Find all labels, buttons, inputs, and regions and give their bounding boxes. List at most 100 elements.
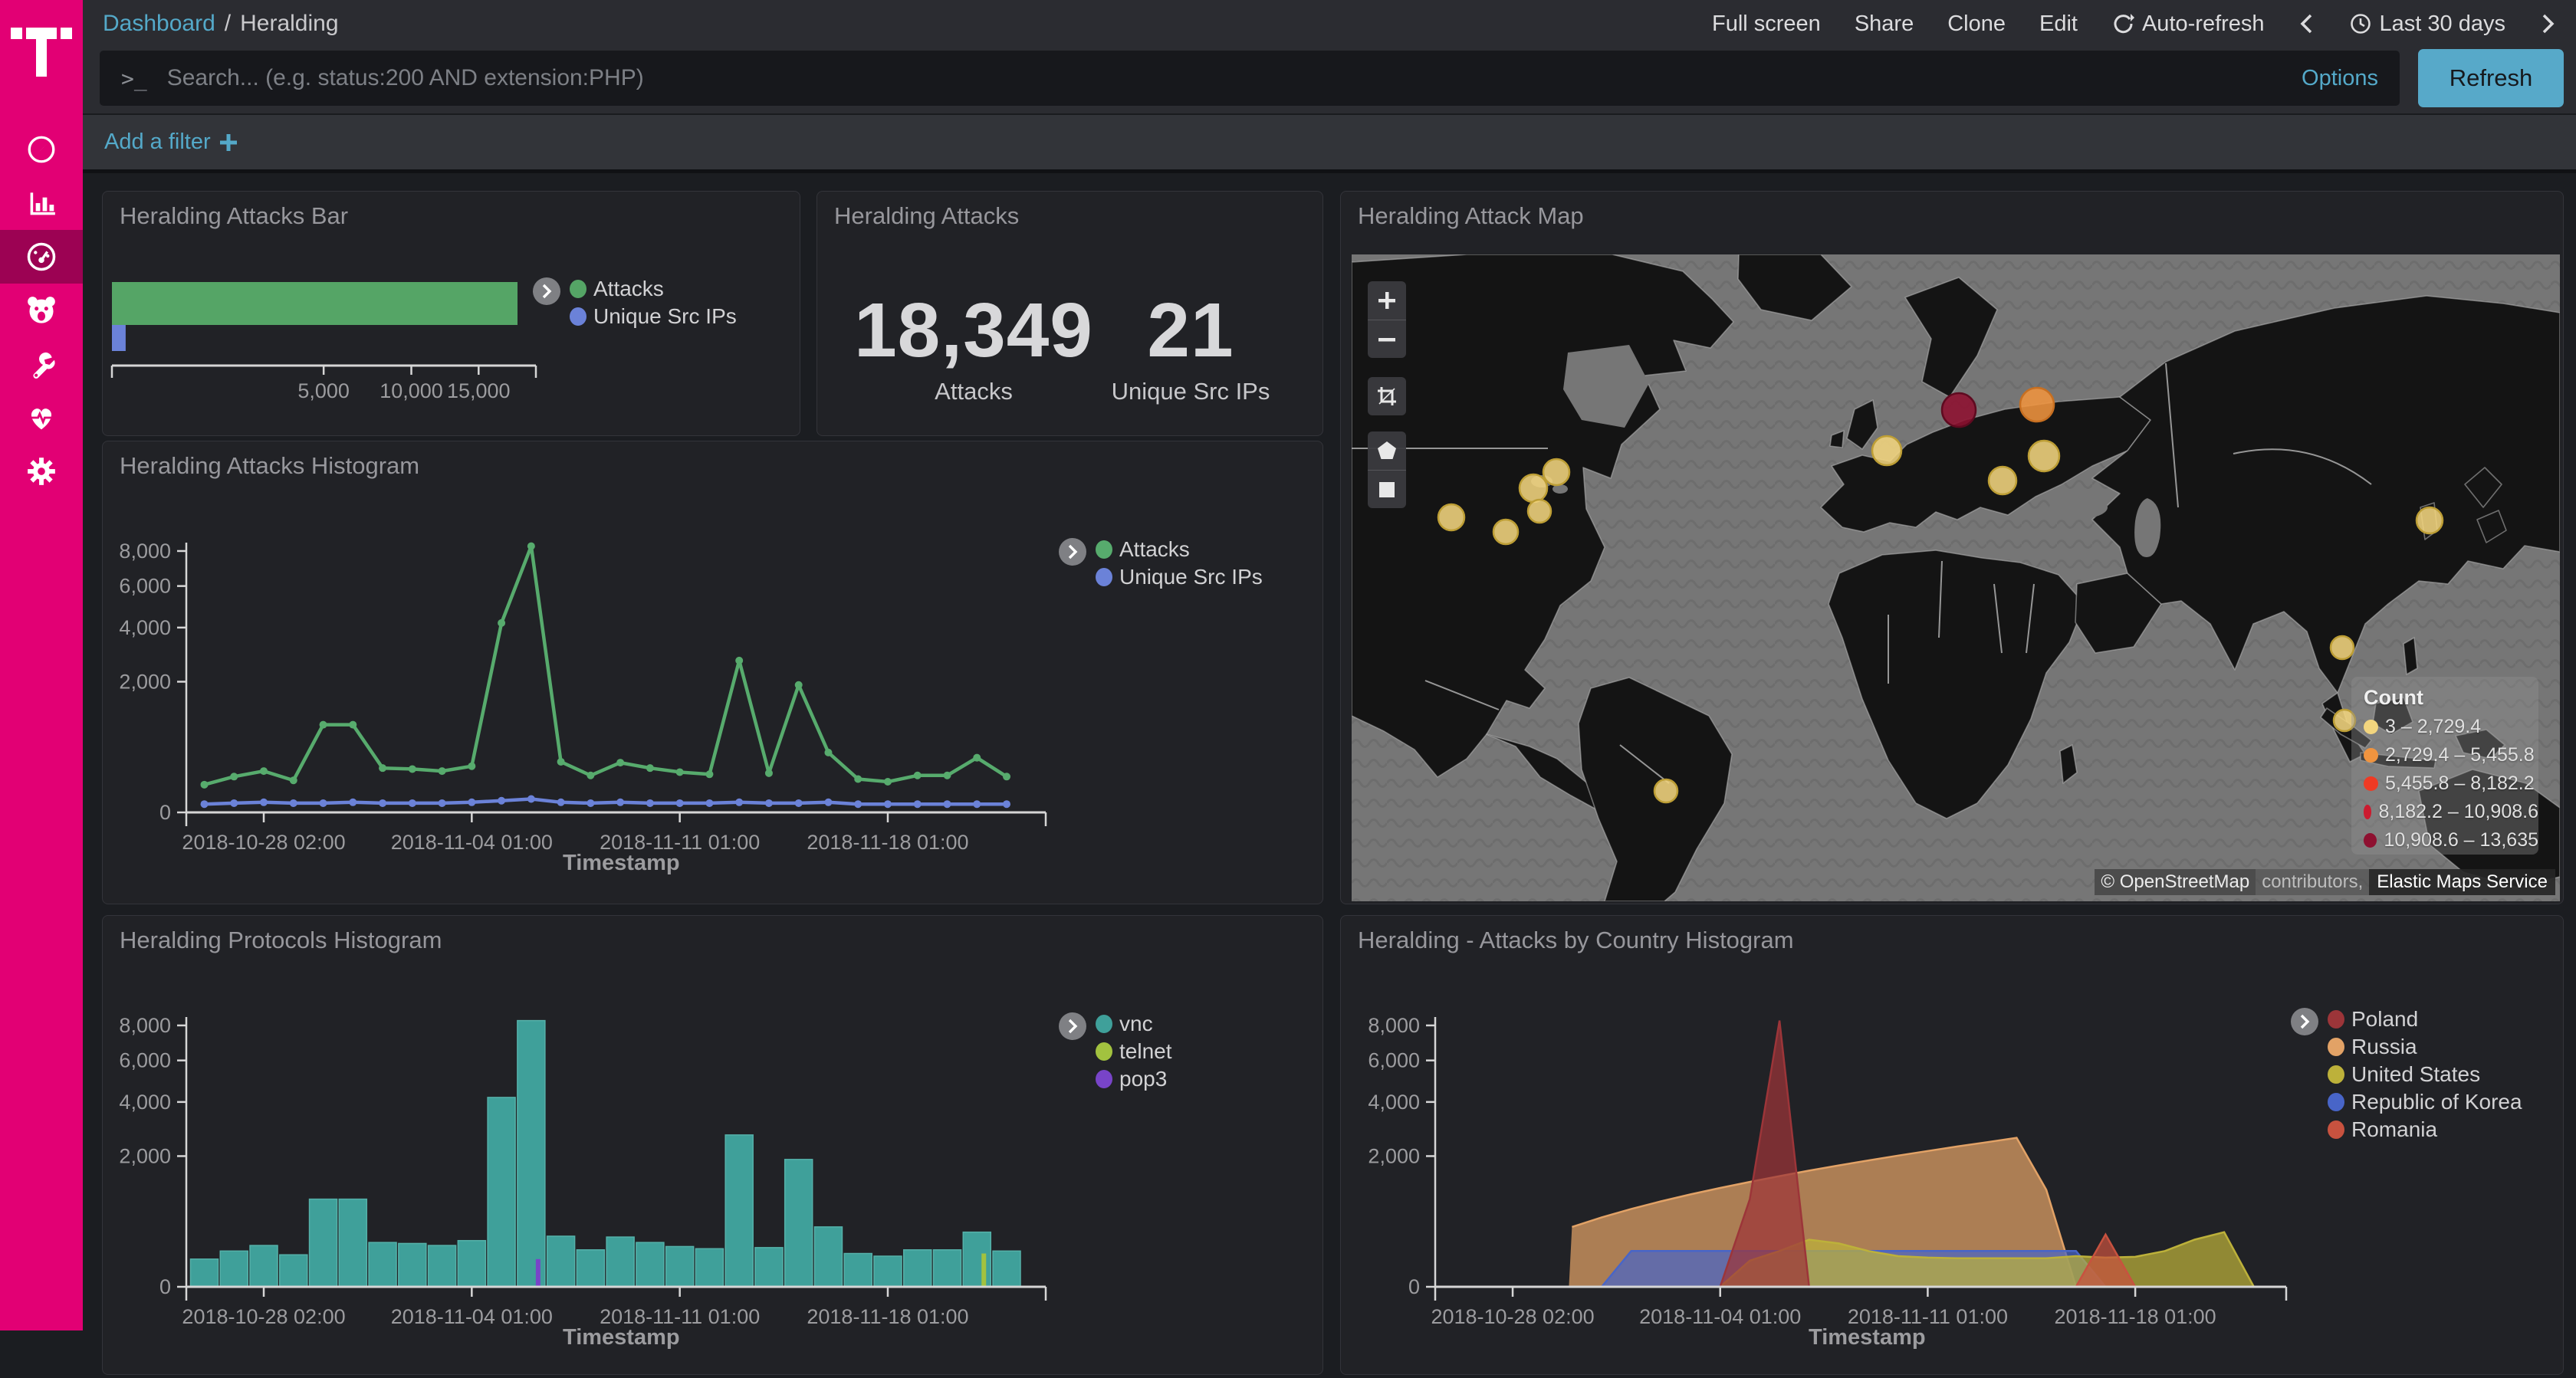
attack-circle-us-great-lakes [1520,474,1547,502]
svg-text:2018-11-04 01:00: 2018-11-04 01:00 [391,1305,553,1328]
legend[interactable]: Poland Russia United States Republic of Kor… [2328,1009,2522,1147]
legend-toggle-icon[interactable] [2291,1008,2318,1035]
legend-toggle-icon[interactable] [533,277,560,305]
svg-text:8,000: 8,000 [1368,1014,1420,1037]
options-link[interactable]: Options [2302,66,2378,91]
legend[interactable]: Attacks Unique Src IPs [1096,540,1263,595]
legend-item[interactable]: Unique Src IPs [1096,567,1263,587]
legend-item[interactable]: Russia [2328,1037,2522,1057]
legend-item[interactable]: United States [2328,1065,2522,1084]
legend-item[interactable]: vnc [1096,1014,1172,1034]
breadcrumb-dashboard-link[interactable]: Dashboard [103,11,215,37]
add-filter-button[interactable]: Add a filter [104,130,238,155]
filter-bar: Add a filter [83,113,2576,173]
attack-circle-thailand [2331,636,2354,659]
legend[interactable]: vnc telnet pop3 [1096,1014,1172,1097]
attack-circle-brazil [1654,779,1677,802]
svg-text:2018-10-28 02:00: 2018-10-28 02:00 [182,1305,345,1328]
legend-label: Russia [2351,1035,2417,1059]
share-button[interactable]: Share [1855,11,1914,37]
panel-title: Heralding Attacks Bar [120,202,348,230]
auto-refresh-button[interactable]: Auto-refresh [2111,11,2265,37]
protocols-histogram-chart[interactable]: 02,0004,0006,0008,0002018-10-28 02:00201… [103,916,1322,1374]
map-legend-item: 3 – 2,729.4 [2364,716,2538,738]
sidebar-item-monitoring[interactable] [0,391,83,445]
refresh-button[interactable]: Refresh [2418,49,2564,107]
crop-icon[interactable] [1368,377,1406,415]
legend-item[interactable]: Poland [2328,1009,2522,1029]
x-axis-label: Timestamp [1809,1325,1926,1350]
legend-label: Unique Src IPs [593,304,737,329]
map-legend-item: 5,455.8 – 8,182.2 [2364,773,2538,795]
t-mobile-logo[interactable] [0,0,83,92]
edit-button[interactable]: Edit [2039,11,2078,37]
osm-attribution[interactable]: © OpenStreetMap [2095,869,2256,895]
legend-dot-icon [570,307,586,326]
attack-circle-south-korea [2417,507,2443,533]
legend-range-label: 3 – 2,729.4 [2385,716,2481,738]
legend-toggle-icon[interactable] [1059,1012,1086,1040]
legend-item[interactable]: pop3 [1096,1069,1172,1089]
legend-item[interactable]: Republic of Korea [2328,1092,2522,1112]
sidebar-item-management[interactable] [0,445,83,498]
svg-text:8,000: 8,000 [119,1014,171,1037]
svg-text:10,000: 10,000 [380,379,443,402]
legend-dot-icon [2364,805,2371,819]
legend-label: Attacks [593,277,664,301]
sidebar-item-visualize[interactable] [0,176,83,230]
x-axis-label: Timestamp [563,1325,680,1350]
nav-bar: Dashboard / Heralding Full screen Share … [83,0,2576,48]
legend-item[interactable]: telnet [1096,1042,1172,1061]
time-back-button[interactable] [2298,12,2315,35]
sidebar-item-dashboard[interactable] [0,230,83,284]
legend-item[interactable]: Attacks [1096,540,1263,559]
legend-dot-icon [1096,1015,1112,1033]
legend-dot-icon [570,280,586,298]
page-title: Heralding [240,11,338,37]
clone-button[interactable]: Clone [1947,11,2006,37]
search-input[interactable] [167,65,2286,91]
sidebar-item-discover[interactable] [0,123,83,176]
terminal-prompt-icon: >_ [121,66,147,91]
zoom-out-button[interactable] [1368,320,1406,358]
rectangle-draw-icon[interactable] [1368,470,1406,508]
legend-item[interactable]: Unique Src IPs [570,307,737,326]
legend-label: Republic of Korea [2351,1090,2522,1114]
svg-text:8,000: 8,000 [119,540,171,563]
svg-text:15,000: 15,000 [447,379,511,402]
legend-dot-icon [2328,1065,2344,1084]
sidebar-item-tools[interactable] [0,337,83,391]
legend[interactable]: Attacks Unique Src IPs [570,279,737,334]
legend-item[interactable]: Romania [2328,1120,2522,1140]
attacks-histogram-chart[interactable]: 02,0004,0006,0008,0002018-10-28 02:00201… [103,441,1322,904]
legend-label: pop3 [1119,1067,1167,1091]
legend-dot-icon [1096,568,1112,586]
breadcrumb: Dashboard / Heralding [103,11,339,37]
time-forward-button[interactable] [2539,12,2556,35]
legend-dot-icon [1096,540,1112,559]
legend-dot-icon [1096,1042,1112,1061]
sidebar-item-tpot[interactable] [0,284,83,337]
panel-title: Heralding Attacks Histogram [120,452,419,480]
legend-item[interactable]: Attacks [570,279,737,299]
full-screen-button[interactable]: Full screen [1712,11,1821,37]
attack-circle-us-west [1438,504,1464,530]
panel-title: Heralding - Attacks by Country Histogram [1358,927,1794,954]
legend-dot-icon [2328,1010,2344,1029]
plus-icon [219,133,238,153]
elastic-maps-attribution[interactable]: Elastic Maps Service [2369,869,2555,895]
legend-toggle-icon[interactable] [1059,538,1086,566]
world-map[interactable]: Count 3 – 2,729.42,729.4 – 5,455.85,455.… [1352,254,2560,901]
legend-range-label: 10,908.6 – 13,635 [2384,829,2538,851]
map-legend-item: 8,182.2 – 10,908.6 [2364,801,2538,823]
legend-dot-icon [1096,1070,1112,1088]
map-zoom-controls [1368,281,1406,358]
legend-label: United States [2351,1062,2480,1087]
panel-country-histogram: Heralding - Attacks by Country Histogram… [1340,915,2564,1375]
svg-text:2018-11-18 01:00: 2018-11-18 01:00 [807,831,968,854]
legend-label: Unique Src IPs [1119,565,1263,589]
fit-bounds-control [1368,377,1406,415]
zoom-in-button[interactable] [1368,281,1406,320]
time-range-picker[interactable]: Last 30 days [2349,11,2505,37]
polygon-draw-icon[interactable] [1368,431,1406,470]
